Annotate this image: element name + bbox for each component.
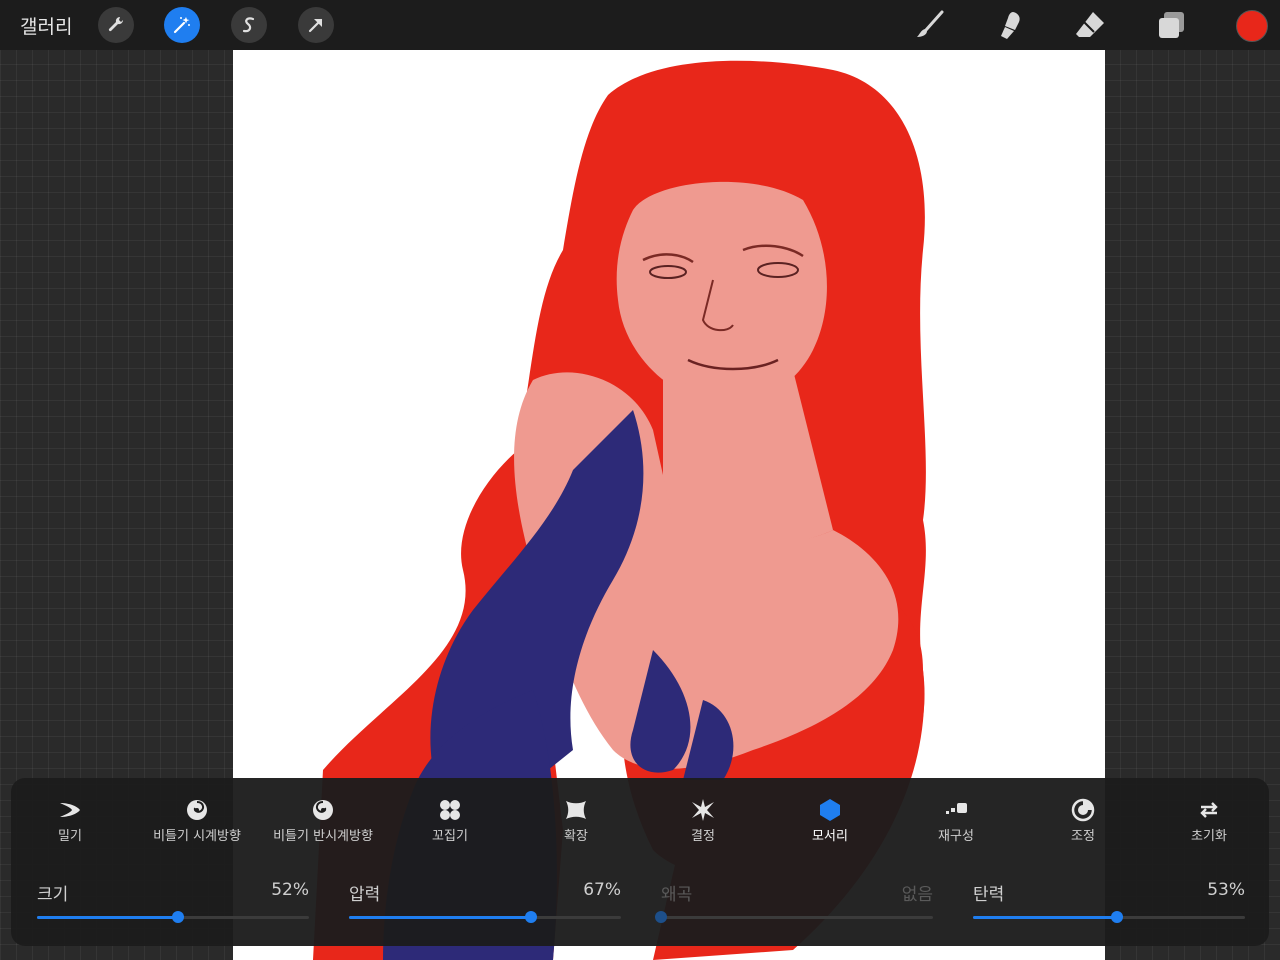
magic-wand-icon [173, 17, 190, 34]
mode-crystals-button[interactable]: 결정 [638, 798, 768, 848]
transform-button[interactable] [298, 7, 334, 43]
mode-label: 조정 [1071, 829, 1095, 844]
liquify-modes: 밀기 비틀기 시계방향 비틀기 반시계방향 꼬집기 확장 결정 모서리 재구성 조정 초기화 [11, 798, 1269, 848]
selection-s-icon [242, 17, 255, 33]
eraser-icon [1076, 12, 1104, 37]
mode-twirl-right-button[interactable]: 비틀기 시계방향 [132, 798, 262, 848]
brush-button[interactable] [912, 8, 948, 42]
selection-button[interactable] [231, 7, 267, 43]
mode-reconstruct-button[interactable]: 재구성 [891, 798, 1021, 848]
twirl-clockwise-icon [187, 800, 207, 820]
slider-1[interactable]: 압력 67% [349, 876, 621, 926]
mode-label: 비틀기 시계방향 [153, 829, 241, 844]
slider-fill [37, 916, 179, 919]
adjust-icon [1071, 798, 1095, 822]
slider-name: 왜곡 [661, 885, 693, 905]
color-picker-button[interactable] [1236, 10, 1268, 42]
reset-icon [1200, 802, 1218, 818]
slider-name: 크기 [37, 885, 69, 905]
edge-icon [820, 799, 840, 821]
mode-label: 확장 [564, 829, 588, 844]
twirl-counterclockwise-icon [313, 800, 333, 820]
layers-icon [1159, 12, 1184, 38]
mode-twirl-left-button[interactable]: 비틀기 반시계방향 [258, 798, 388, 848]
move-arrow-icon [308, 18, 323, 33]
slider-knob[interactable] [172, 911, 185, 923]
slider-value: 67% [583, 880, 621, 900]
actions-button[interactable] [98, 7, 134, 43]
gallery-button[interactable]: 갤러리 [20, 12, 72, 39]
slider-0[interactable]: 크기 52% [37, 876, 309, 926]
mode-label: 꼬집기 [432, 829, 468, 844]
slider-knob[interactable] [655, 911, 667, 923]
brush-icon [917, 10, 944, 37]
mode-label: 밀기 [58, 829, 82, 844]
slider-name: 압력 [349, 885, 381, 905]
mode-expand-button[interactable]: 확장 [511, 798, 641, 848]
slider-value: 없음 [901, 885, 933, 905]
slider-knob[interactable] [525, 911, 538, 923]
slider-value: 52% [271, 880, 309, 900]
mode-label: 비틀기 반시계방향 [273, 829, 373, 844]
smudge-icon [1001, 12, 1020, 39]
slider-fill [349, 916, 532, 919]
mode-label: 결정 [691, 829, 715, 844]
mode-adjust-button[interactable]: 조정 [1018, 798, 1148, 848]
slider-3[interactable]: 탄력 53% [973, 876, 1245, 926]
mode-edge-button[interactable]: 모서리 [765, 798, 895, 848]
mode-label: 재구성 [938, 829, 974, 844]
mode-label: 모서리 [812, 829, 848, 844]
reconstruct-icon [946, 803, 967, 814]
eraser-button[interactable] [1072, 8, 1108, 42]
adjustments-button[interactable] [164, 7, 200, 43]
slider-value: 53% [1207, 880, 1245, 900]
slider-track[interactable] [37, 911, 309, 923]
slider-2[interactable]: 왜곡 없음 [655, 876, 933, 926]
expand-icon [566, 801, 586, 819]
slider-track[interactable] [655, 911, 933, 923]
pinch-icon [440, 800, 460, 820]
smudge-button[interactable] [992, 8, 1028, 42]
liquify-panel: 밀기 비틀기 시계방향 비틀기 반시계방향 꼬집기 확장 결정 모서리 재구성 조정 초기화 크기… [11, 778, 1269, 946]
slider-name: 탄력 [973, 885, 1005, 905]
layers-button[interactable] [1153, 8, 1189, 42]
slider-track[interactable] [973, 911, 1245, 923]
mode-push-button[interactable]: 밀기 [5, 798, 135, 848]
slider-fill [973, 916, 1118, 919]
mode-pinch-button[interactable]: 꼬집기 [385, 798, 515, 848]
mode-label: 초기화 [1191, 829, 1227, 844]
procreate-app: 갤러리 밀기 비틀기 시계방향 비틀기 반시계방향 꼬집기 확장 결정 모서리 … [0, 0, 1280, 960]
slider-knob[interactable] [1111, 911, 1124, 923]
slider-track[interactable] [349, 911, 621, 923]
push-icon [60, 803, 80, 817]
wrench-icon [108, 16, 124, 32]
top-toolbar: 갤러리 [0, 0, 1280, 50]
mode-reset-button[interactable]: 초기화 [1144, 798, 1274, 848]
crystals-icon [692, 799, 714, 821]
